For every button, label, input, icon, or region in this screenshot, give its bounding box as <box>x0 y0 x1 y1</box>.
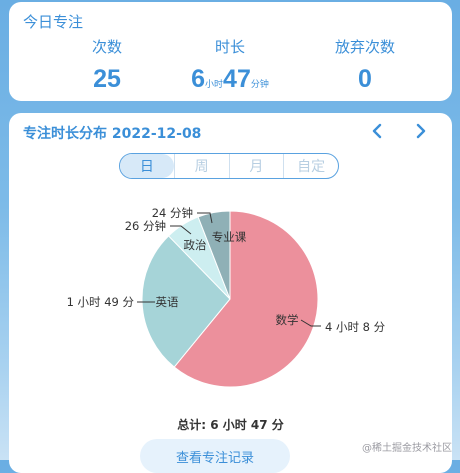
giveup-value: 0 <box>358 65 372 93</box>
pie-name-label-english: 英语 <box>156 295 179 309</box>
duration-value: 6小时47分钟 <box>160 65 300 94</box>
duration-minutes-unit: 分钟 <box>250 80 269 90</box>
count-stat: 次数 25 <box>37 36 177 94</box>
duration-hours: 6 <box>191 65 206 93</box>
pie-name-label-math: 数学 <box>276 313 299 327</box>
total-duration: 总计: 6 小时 47 分 <box>177 418 284 432</box>
giveup-stat: 放弃次数 0 <box>295 36 435 94</box>
pie-value-label-english: 1 小时 49 分 <box>67 295 135 309</box>
focus-pie-chart: 数学 4 小时 8 分 英语 1 小时 49 分 政治 26 分钟专业课 24 分钟 <box>67 206 386 388</box>
pie-value-label-major: 24 分钟 <box>152 206 193 220</box>
pie-name-label-major: 专业课 <box>212 230 247 244</box>
watermark: @稀土掘金技术社区 <box>362 443 452 454</box>
duration-label: 时长 <box>214 38 245 56</box>
pie-value-label-math: 4 小时 8 分 <box>325 320 386 334</box>
view-records-button[interactable]: 查看专注记录 <box>140 439 290 473</box>
giveup-label: 放弃次数 <box>334 38 395 56</box>
today-focus-card: 今日专注 次数 25 时长 6小时47分钟 放弃次数 0 <box>9 2 452 101</box>
today-focus-title: 今日专注 <box>23 13 84 31</box>
duration-minutes: 47 <box>223 65 251 93</box>
pie-name-label-politics: 政治 <box>184 238 207 252</box>
distribution-card: 专注时长分布 2022-12-08 日 周 月 自定 数学 4 小时 8 分英语 1… <box>9 113 452 473</box>
count-value: 25 <box>93 65 121 93</box>
count-label: 次数 <box>91 38 122 56</box>
duration-hours-unit: 小时 <box>205 80 224 90</box>
duration-stat: 时长 6小时47分钟 <box>160 36 300 94</box>
pie-value-label-politics: 26 分钟 <box>125 219 166 233</box>
